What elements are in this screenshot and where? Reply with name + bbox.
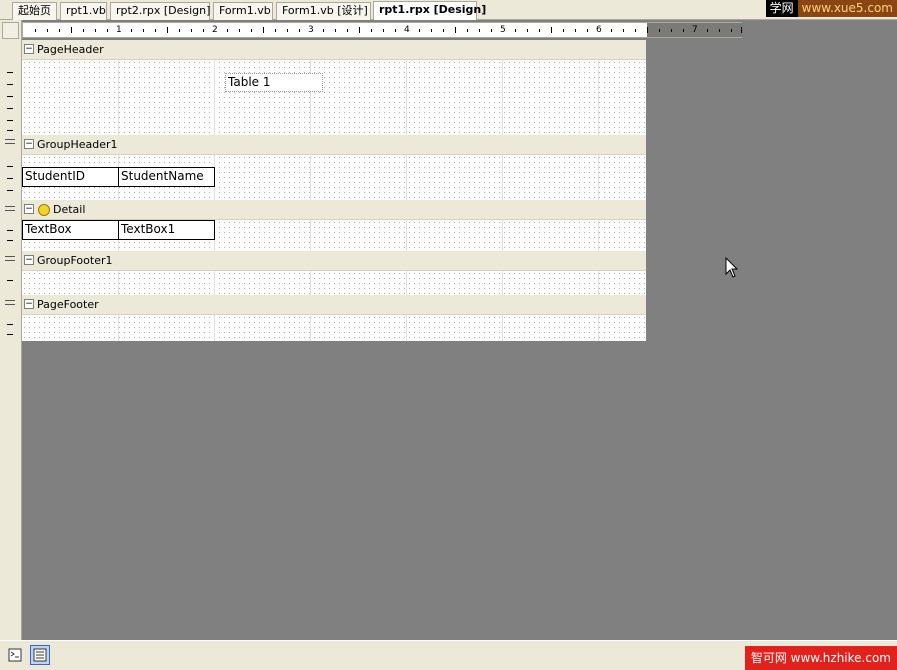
detail-label: Detail [53, 203, 86, 216]
ruler-corner [2, 22, 19, 39]
section-resize-handle[interactable] [5, 300, 15, 305]
script-view-icon [8, 648, 22, 662]
section-resize-handle[interactable] [5, 139, 15, 144]
page-header-band[interactable]: − PageHeader [22, 40, 646, 60]
tab-start-page[interactable]: 起始页 [12, 2, 57, 20]
ruler-number: 5 [500, 25, 506, 35]
ruler-number: 7 [692, 25, 698, 35]
tab-rpt1-design[interactable]: rpt1.rpx [Design] [373, 1, 486, 20]
group-footer-body[interactable] [22, 271, 646, 295]
ruler-number: 2 [212, 25, 218, 35]
student-name-textbox[interactable]: TextBox1 [118, 220, 215, 240]
ruler-number: 3 [308, 25, 314, 35]
section-resize-handle[interactable] [5, 256, 15, 261]
collapse-icon[interactable]: − [24, 44, 34, 54]
watermark-bottom: 智可网 www.hzhike.com [744, 646, 897, 670]
mouse-cursor-icon [725, 256, 739, 282]
group-footer-label: GroupFooter1 [37, 254, 113, 267]
tab-rpt2-design[interactable]: rpt2.rpx [Design] [110, 2, 210, 20]
page-footer-band[interactable]: − PageFooter [22, 295, 646, 315]
student-name-header-label[interactable]: StudentName [118, 167, 215, 187]
collapse-icon[interactable]: − [24, 255, 34, 265]
detail-band[interactable]: − Detail [22, 200, 646, 220]
collapse-icon[interactable]: − [24, 299, 34, 309]
student-id-header-label[interactable]: StudentID [22, 167, 119, 187]
table-title-label[interactable]: Table 1 [225, 73, 323, 92]
ruler-number: 1 [116, 25, 122, 35]
script-view-button[interactable] [5, 645, 25, 665]
collapse-icon[interactable]: − [24, 204, 34, 214]
page-header-body[interactable]: Table 1 [22, 60, 646, 135]
tab-form1-vb[interactable]: Form1.vb [213, 2, 273, 20]
group-footer-band[interactable]: − GroupFooter1 [22, 251, 646, 271]
view-switch-bar: 智可网 www.hzhike.com [0, 640, 897, 670]
ruler-number: 4 [404, 25, 410, 35]
watermark-top: 学网 www.xue5.com [765, 0, 897, 17]
group-header-label: GroupHeader1 [37, 138, 118, 151]
collapse-icon[interactable]: − [24, 139, 34, 149]
student-id-textbox[interactable]: TextBox [22, 220, 119, 240]
page-footer-label: PageFooter [37, 298, 99, 311]
vertical-ruler [0, 20, 22, 640]
group-header-body[interactable]: StudentID StudentName [22, 155, 646, 200]
page-footer-body[interactable] [22, 315, 646, 341]
watermark-top-right: www.xue5.com [797, 0, 897, 17]
detail-body[interactable]: TextBox TextBox1 [22, 220, 646, 251]
design-view-icon [33, 648, 47, 662]
horizontal-ruler[interactable]: 1 2 3 4 5 6 7 [22, 22, 743, 38]
group-header-band[interactable]: − GroupHeader1 [22, 135, 646, 155]
design-view-button[interactable] [30, 645, 50, 665]
tab-form1-designer[interactable]: Form1.vb [设计] [276, 2, 371, 20]
detail-band-icon [38, 204, 50, 216]
report-design-surface[interactable]: − PageHeader Table 1 − GroupHeader1 Stud… [22, 40, 646, 341]
tab-rpt1-vb[interactable]: rpt1.vb [60, 2, 107, 20]
page-header-label: PageHeader [37, 43, 104, 56]
ruler-number: 6 [596, 25, 602, 35]
section-resize-handle[interactable] [5, 206, 15, 211]
document-tab-strip: 起始页 rpt1.vb rpt2.rpx [Design] Form1.vb F… [0, 0, 897, 20]
watermark-top-left: 学网 [765, 0, 798, 17]
